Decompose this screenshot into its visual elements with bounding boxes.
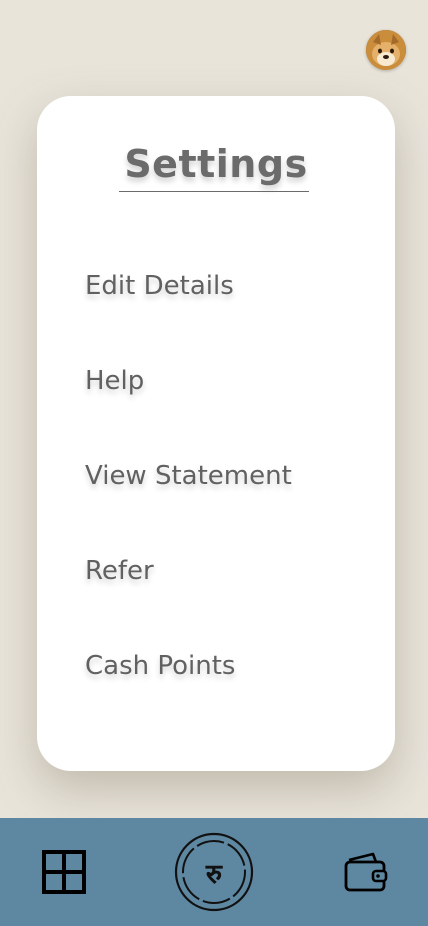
dashboard-button[interactable] — [42, 850, 86, 894]
bottom-nav: रु — [0, 818, 428, 926]
wallet-icon — [344, 852, 388, 892]
menu-item-refer[interactable]: Refer — [85, 553, 292, 648]
rupee-symbol: रु — [205, 859, 223, 890]
dashboard-grid-icon — [42, 850, 86, 894]
dog-avatar-icon — [366, 30, 406, 70]
page-title: Settings — [124, 142, 308, 186]
avatar[interactable] — [366, 30, 406, 70]
menu-item-cash-points[interactable]: Cash Points — [85, 648, 292, 743]
settings-card: Settings Edit Details Help View Statemen… — [37, 96, 395, 771]
menu-item-edit-details[interactable]: Edit Details — [85, 268, 292, 363]
pay-button[interactable]: रु — [174, 832, 254, 912]
wallet-button[interactable] — [343, 850, 389, 894]
menu-item-view-statement[interactable]: View Statement — [85, 458, 292, 553]
settings-menu: Edit Details Help View Statement Refer C… — [85, 268, 292, 743]
title-divider — [119, 191, 309, 192]
menu-item-help[interactable]: Help — [85, 363, 292, 458]
